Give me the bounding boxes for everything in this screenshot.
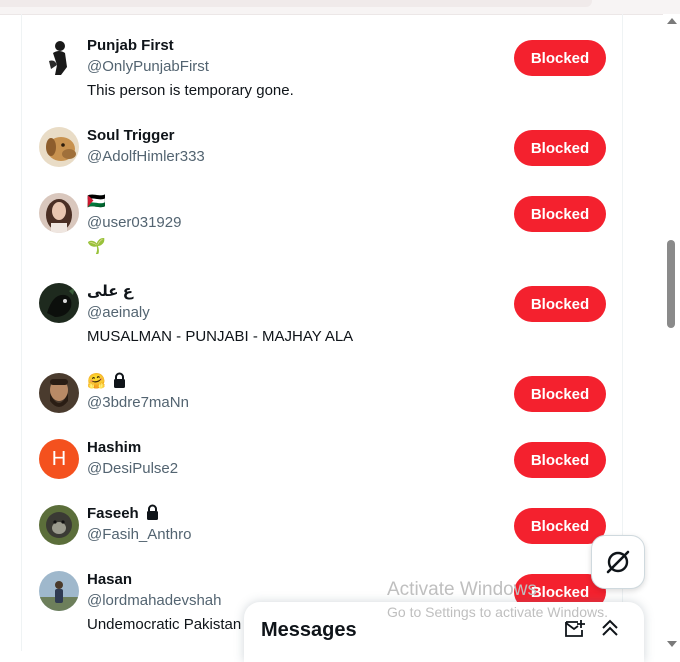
scroll-down-arrow-icon[interactable] [667,641,677,647]
lock-icon [113,372,125,388]
blocked-button[interactable]: Blocked [514,442,606,478]
bearded-man-avatar-icon [39,373,79,413]
user-name[interactable]: Soul Trigger [87,126,175,146]
blocked-button[interactable]: Blocked [514,286,606,322]
avatar[interactable] [39,373,79,413]
blocked-button[interactable]: Blocked [514,508,606,544]
blocked-accounts-list: Punjab First @OnlyPunjabFirst This perso… [21,14,623,651]
avatar[interactable] [39,283,79,323]
lock-icon [146,504,158,520]
blocked-button[interactable]: Blocked [514,40,606,76]
user-name[interactable]: 🇵🇸 [87,192,106,212]
user-name[interactable]: Punjab First [87,36,174,56]
messages-drawer[interactable]: Messages [244,602,644,662]
user-name-with-lock[interactable]: Faseeh [87,504,159,524]
person-outdoors-avatar-icon [39,571,79,611]
user-handle[interactable]: @AdolfHimler333 [87,147,205,167]
user-name[interactable]: Hashim [87,438,141,458]
user-name: Faseeh [87,505,139,522]
top-strip-pill [0,0,592,7]
dark-figure-avatar-icon [39,37,79,77]
avatar[interactable]: H [39,439,79,479]
user-name[interactable]: ع علی [87,282,133,302]
user-handle[interactable]: @DesiPulse2 [87,459,178,479]
dog-avatar-icon [39,127,79,167]
user-handle[interactable]: @Fasih_Anthro [87,525,191,545]
blocked-button[interactable]: Blocked [514,196,606,232]
user-handle[interactable]: @lordmahadevshah [87,591,221,611]
user-bio: 🌱 [87,238,106,255]
avatar[interactable] [39,193,79,233]
user-name-with-lock[interactable]: 🤗 [87,372,126,392]
blocked-button[interactable]: Blocked [514,130,606,166]
user-handle[interactable]: @aeinaly [87,303,150,323]
dark-bird-avatar-icon [39,283,79,323]
avatar[interactable] [39,127,79,167]
avatar[interactable] [39,571,79,611]
user-name: 🤗 [87,373,106,390]
avatar[interactable] [39,505,79,545]
avatar[interactable] [39,37,79,77]
messages-title[interactable]: Messages [261,618,357,642]
chevron-double-up-icon[interactable] [599,617,621,639]
monkey-avatar-icon [39,505,79,545]
blocked-button[interactable]: Blocked [514,376,606,412]
browser-top-strip [0,0,680,15]
user-name[interactable]: Hasan [87,570,132,590]
user-bio: MUSALMAN - PUNJABI - MAJHAY ALA [87,328,354,345]
scrollbar-thumb[interactable] [667,240,675,328]
scrollbar[interactable] [663,14,680,651]
user-handle[interactable]: @OnlyPunjabFirst [87,57,209,77]
user-handle[interactable]: @user031929 [87,213,181,233]
compose-message-icon[interactable] [564,618,586,640]
user-bio: Undemocratic Pakistan [87,616,242,633]
user-bio: This person is temporary gone. [87,82,294,99]
user-handle[interactable]: @3bdre7maNn [87,393,189,413]
girl-avatar-icon [39,193,79,233]
scroll-up-arrow-icon[interactable] [667,18,677,24]
grok-icon [606,550,630,574]
grok-button[interactable] [591,535,645,589]
